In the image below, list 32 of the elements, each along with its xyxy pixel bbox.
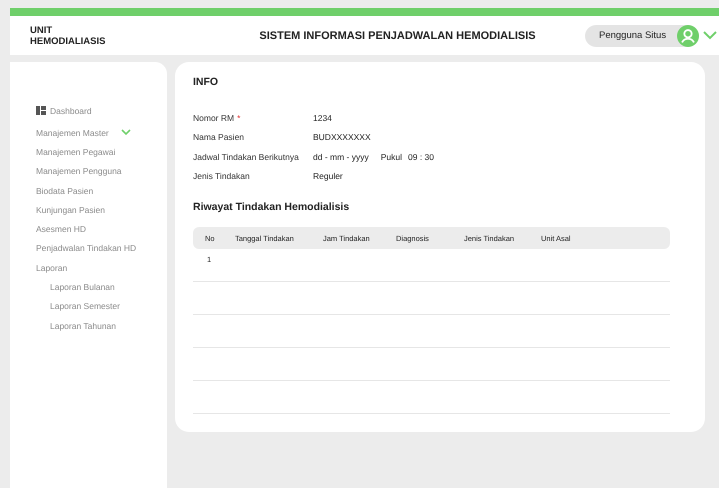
sidebar-item[interactable]: Kunjungan Pasien xyxy=(36,204,106,215)
sidebar-item[interactable]: Biodata Pasien xyxy=(36,186,94,196)
field-label: Jenis Tindakan xyxy=(193,171,250,182)
sidebar-subitem[interactable]: Laporan Bulanan xyxy=(50,282,115,292)
sidebar-item[interactable]: Manajemen Pegawai xyxy=(36,146,116,157)
section-title: INFO xyxy=(193,76,220,88)
sidebar-subitem[interactable]: Laporan Semester xyxy=(50,301,120,312)
field-value: 1234 xyxy=(313,112,332,123)
user-menu-button[interactable]: Pengguna Situs xyxy=(585,24,699,46)
field-value: Reguler xyxy=(313,171,343,182)
required-mark: * xyxy=(237,112,240,123)
field-label: Jadwal Tindakan Berikutnya xyxy=(193,152,299,162)
user-avatar-icon xyxy=(677,24,699,46)
section-title: Riwayat Tindakan Hemodialisis xyxy=(193,201,350,213)
chevron-icon[interactable] xyxy=(120,129,131,136)
sidebar-item[interactable]: Manajemen Pengguna xyxy=(36,166,122,176)
field-label: Nama Pasien xyxy=(193,132,244,142)
field-value: BUDXXXXXXX xyxy=(313,132,371,142)
sidebar-item[interactable]: Laporan xyxy=(36,262,68,273)
sidebar-item[interactable]: Asesmen HD xyxy=(36,224,86,234)
sidebar-item[interactable]: Dashboard xyxy=(50,106,92,116)
time-label: Pukul xyxy=(380,152,402,162)
app-title: SISTEM INFORMASI PENJADWALAN HEMODIALISIS xyxy=(258,30,537,42)
field-label: Nomor RM xyxy=(193,112,234,123)
dashboard-icon xyxy=(36,106,46,115)
sidebar-item[interactable]: Manajemen Master xyxy=(36,128,109,138)
sidebar-item[interactable]: Penjadwalan Tindakan HD xyxy=(36,243,136,254)
time-value: 09 : 30 xyxy=(408,152,434,162)
unit-name: UNIT HEMODIALIASIS xyxy=(30,24,106,46)
field-value: dd - mm - yyyy xyxy=(313,152,369,162)
sidebar-subitem[interactable]: Laporan Tahunan xyxy=(50,320,116,331)
chevron-down-icon[interactable] xyxy=(703,31,717,40)
